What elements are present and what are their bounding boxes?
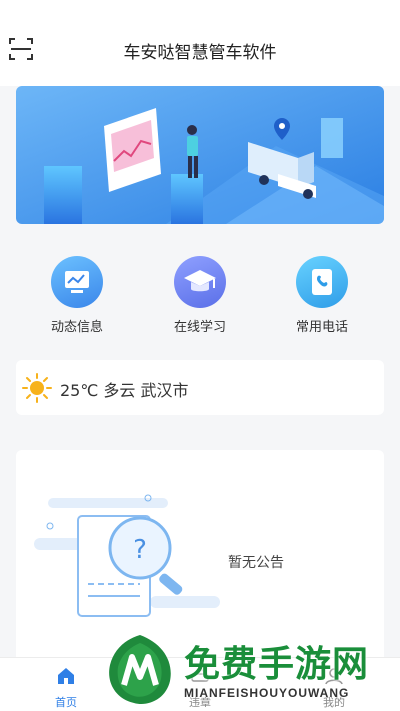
phone-book-icon bbox=[296, 256, 348, 308]
svg-text:?: ? bbox=[133, 535, 147, 565]
quick-item-label: 动态信息 bbox=[50, 320, 103, 335]
quick-item-common-phone[interactable]: 常用电话 bbox=[267, 250, 377, 335]
quick-item-online-learning[interactable]: 在线学习 bbox=[145, 250, 255, 335]
banner-illustration[interactable] bbox=[16, 86, 384, 224]
weather-text: 25℃ 多云 武汉市 bbox=[60, 381, 189, 400]
empty-search-illustration: ? bbox=[34, 494, 220, 617]
watermark-subtitle: MIANFEISHOUYOUWANG bbox=[184, 686, 350, 700]
top-bar: 车安哒智慧管车软件 bbox=[0, 0, 400, 86]
watermark: 免费手游网 MIANFEISHOUYOUWANG bbox=[104, 633, 396, 707]
quick-item-dynamic-info[interactable]: 动态信息 bbox=[22, 250, 132, 335]
tab-label: 首页 bbox=[55, 696, 77, 709]
quick-actions: 动态信息 在线学习 常用电话 bbox=[0, 250, 400, 340]
tab-home[interactable]: 首页 bbox=[26, 662, 106, 710]
quick-item-label: 在线学习 bbox=[173, 320, 226, 335]
monitor-chart-icon bbox=[51, 256, 103, 308]
sun-icon bbox=[22, 373, 52, 403]
graduation-cap-icon bbox=[174, 256, 226, 308]
watermark-logo bbox=[109, 635, 171, 705]
empty-notice-text: 暂无公告 bbox=[228, 555, 284, 571]
weather-card[interactable]: 25℃ 多云 武汉市 bbox=[16, 360, 384, 415]
watermark-title: 免费手游网 bbox=[184, 643, 370, 685]
home-icon bbox=[58, 668, 74, 684]
quick-item-label: 常用电话 bbox=[295, 320, 348, 335]
page-title: 车安哒智慧管车软件 bbox=[123, 43, 277, 63]
